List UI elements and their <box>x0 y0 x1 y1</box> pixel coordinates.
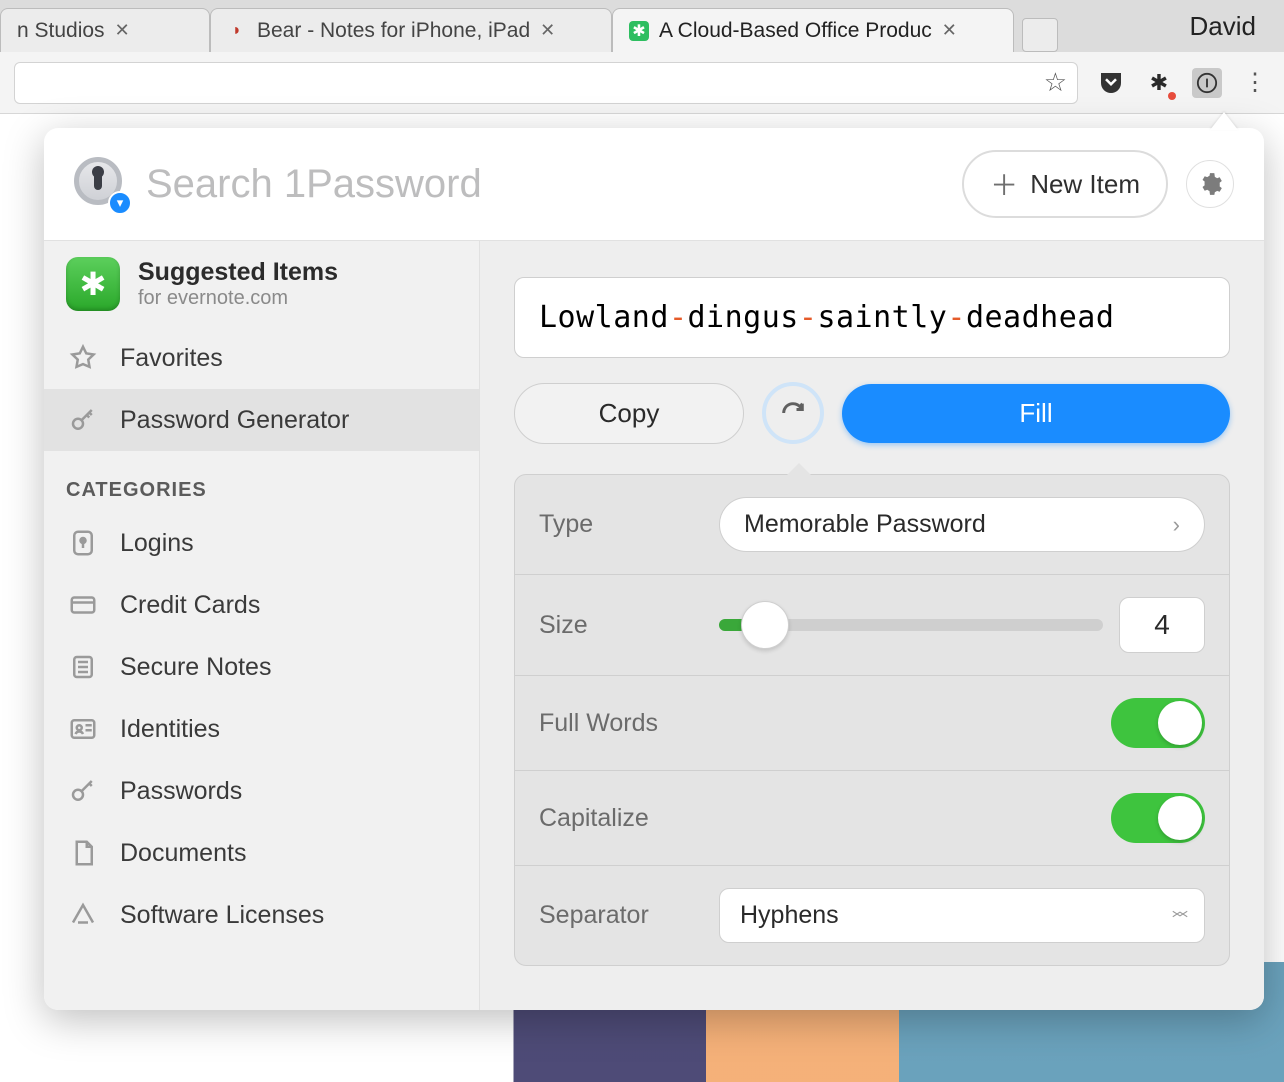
sidebar: ✱ Suggested Items for evernote.com Favor… <box>44 240 480 1010</box>
tab-title: Bear - Notes for iPhone, iPad <box>257 19 530 43</box>
option-label: Type <box>539 510 699 539</box>
browser-menu-icon[interactable]: ⋮ <box>1240 68 1270 98</box>
1password-app-icon[interactable]: ▾ <box>74 157 128 211</box>
separator-value: Hyphens <box>740 901 839 930</box>
option-row-type: Type Memorable Password › <box>515 475 1229 575</box>
option-label: Full Words <box>539 709 1091 738</box>
option-label: Capitalize <box>539 804 1091 833</box>
credit-card-icon <box>66 588 100 622</box>
separator-select[interactable]: Hyphens ︿﹀ <box>719 888 1205 943</box>
keyhole-icon <box>66 526 100 560</box>
option-row-separator: Separator Hyphens ︿﹀ <box>515 866 1229 965</box>
categories-header: CATEGORIES <box>44 451 479 512</box>
bear-favicon-icon: ◗ <box>227 21 247 41</box>
browser-toolbar: ☆ ✱ ⋮ <box>0 52 1284 114</box>
sidebar-item-logins[interactable]: Logins <box>44 512 479 574</box>
license-icon <box>66 898 100 932</box>
suggested-title: Suggested Items <box>138 258 338 287</box>
generator-actions: Copy Fill <box>514 382 1230 444</box>
account-chevron-icon[interactable]: ▾ <box>108 191 132 215</box>
capitalize-toggle[interactable] <box>1111 793 1205 843</box>
sidebar-item-label: Favorites <box>120 344 223 373</box>
size-slider[interactable] <box>719 619 1103 631</box>
close-icon[interactable]: ✕ <box>942 20 957 41</box>
pocket-extension-icon[interactable] <box>1096 68 1126 98</box>
slider-knob[interactable] <box>741 601 789 649</box>
tab-title: n Studios <box>17 19 105 43</box>
option-row-capitalize: Capitalize <box>515 771 1229 866</box>
sidebar-item-label: Documents <box>120 839 246 868</box>
sidebar-item-suggested[interactable]: ✱ Suggested Items for evernote.com <box>44 241 479 327</box>
sidebar-item-label: Credit Cards <box>120 591 260 620</box>
key-icon <box>66 403 100 437</box>
copy-button[interactable]: Copy <box>514 383 744 444</box>
option-label: Size <box>539 611 699 640</box>
updown-icon: ︿﹀ <box>1172 908 1184 924</box>
1password-popup: ▾ ＋ New Item ✱ Suggested Items for evern… <box>44 128 1264 1010</box>
browser-tab-active[interactable]: ✱ A Cloud-Based Office Produc ✕ <box>612 8 1014 52</box>
type-select[interactable]: Memorable Password › <box>719 497 1205 552</box>
1password-extension-icon[interactable] <box>1192 68 1222 98</box>
star-icon <box>66 341 100 375</box>
full-words-toggle[interactable] <box>1111 698 1205 748</box>
refresh-icon <box>779 399 807 427</box>
popup-header: ▾ ＋ New Item <box>44 128 1264 240</box>
evernote-favicon-icon: ✱ <box>629 21 649 41</box>
new-tab-button[interactable] <box>1022 18 1058 52</box>
sidebar-item-identities[interactable]: Identities <box>44 698 479 760</box>
generator-options-card: Type Memorable Password › Size <box>514 474 1230 966</box>
sidebar-item-passwords[interactable]: Passwords <box>44 760 479 822</box>
generated-password-display[interactable]: Lowland-dingus-saintly-deadhead <box>514 277 1230 358</box>
popup-pointer <box>1210 112 1238 130</box>
sidebar-item-password-generator[interactable]: Password Generator <box>44 389 479 451</box>
document-icon <box>66 836 100 870</box>
browser-tabstrip: n Studios ✕ ◗ Bear - Notes for iPhone, i… <box>0 0 1284 52</box>
omnibox[interactable]: ☆ <box>14 62 1078 104</box>
evernote-icon: ✱ <box>66 257 120 311</box>
close-icon[interactable]: ✕ <box>540 20 555 41</box>
bookmark-star-icon[interactable]: ☆ <box>1044 67 1067 98</box>
key-icon <box>66 774 100 808</box>
sidebar-item-software-licenses[interactable]: Software Licenses <box>44 884 479 946</box>
sidebar-item-label: Logins <box>120 529 194 558</box>
search-input[interactable] <box>146 162 944 207</box>
fill-button[interactable]: Fill <box>842 384 1230 443</box>
sidebar-item-label: Identities <box>120 715 220 744</box>
sidebar-item-label: Software Licenses <box>120 901 324 930</box>
evernote-clipper-extension-icon[interactable]: ✱ <box>1144 68 1174 98</box>
popup-body: ✱ Suggested Items for evernote.com Favor… <box>44 240 1264 1010</box>
browser-tab[interactable]: n Studios ✕ <box>0 8 210 52</box>
settings-button[interactable] <box>1186 160 1234 208</box>
sidebar-item-label: Passwords <box>120 777 242 806</box>
tab-title: A Cloud-Based Office Produc <box>659 19 932 43</box>
option-row-full-words: Full Words <box>515 676 1229 771</box>
regenerate-button[interactable] <box>762 382 824 444</box>
option-label: Separator <box>539 901 699 930</box>
password-generator-panel: Lowland-dingus-saintly-deadhead Copy Fil… <box>480 240 1264 1010</box>
suggested-subtitle: for evernote.com <box>138 287 338 310</box>
sidebar-item-label: Secure Notes <box>120 653 271 682</box>
type-value: Memorable Password <box>744 510 986 539</box>
gear-icon <box>1197 171 1223 197</box>
id-card-icon <box>66 712 100 746</box>
browser-tab[interactable]: ◗ Bear - Notes for iPhone, iPad ✕ <box>210 8 612 52</box>
size-value-box[interactable]: 4 <box>1119 597 1205 653</box>
option-row-size: Size 4 <box>515 575 1229 676</box>
sidebar-item-documents[interactable]: Documents <box>44 822 479 884</box>
sidebar-item-secure-notes[interactable]: Secure Notes <box>44 636 479 698</box>
profile-name-label[interactable]: David <box>1170 11 1276 42</box>
sidebar-item-favorites[interactable]: Favorites <box>44 327 479 389</box>
new-item-button[interactable]: ＋ New Item <box>962 150 1168 218</box>
plus-icon: ＋ <box>990 164 1018 204</box>
close-icon[interactable]: ✕ <box>115 20 130 41</box>
new-item-label: New Item <box>1030 169 1140 200</box>
sidebar-item-label: Password Generator <box>120 406 349 435</box>
chevron-right-icon: › <box>1173 512 1180 538</box>
sidebar-item-credit-cards[interactable]: Credit Cards <box>44 574 479 636</box>
note-icon <box>66 650 100 684</box>
